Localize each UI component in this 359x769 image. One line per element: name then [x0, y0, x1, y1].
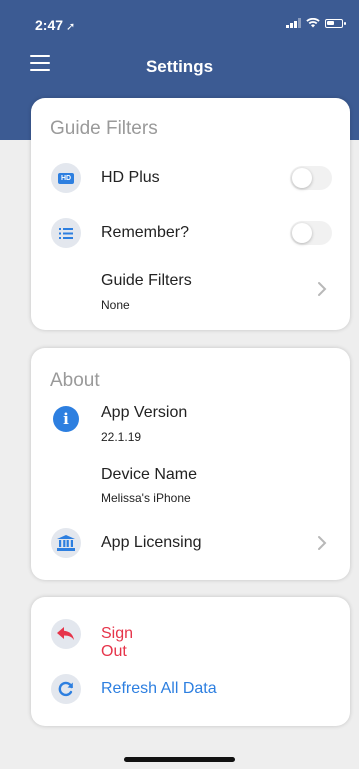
app-version-value: 22.1.19 — [101, 430, 142, 444]
app-version-label: App Version — [101, 404, 188, 421]
page-title: Settings — [145, 57, 214, 76]
chevron-right-icon — [318, 536, 327, 550]
guide-filters-row-label: Guide Filters — [101, 272, 192, 289]
clock-text: 2:47 — [35, 17, 64, 33]
wifi-icon — [306, 18, 320, 28]
app-licensing-row[interactable]: App Licensing — [31, 523, 350, 565]
guide-filters-card: Guide Filters HD HD Plus Remember? Guide… — [31, 98, 350, 330]
chevron-right-icon — [318, 282, 327, 296]
hd-badge: HD — [57, 172, 75, 184]
remember-toggle[interactable] — [290, 221, 332, 245]
hd-plus-icon: HD — [51, 163, 81, 193]
info-icon: i — [53, 406, 79, 432]
refresh-row[interactable]: Refresh All Data — [31, 671, 350, 711]
guide-filters-row[interactable]: Guide Filters None — [31, 263, 350, 318]
guide-filters-section-title: Guide Filters — [50, 118, 158, 139]
actions-card: Sign Out Refresh All Data — [31, 597, 350, 726]
home-indicator — [124, 757, 235, 762]
about-section-title: About — [50, 370, 100, 391]
sign-out-label: Sign Out — [101, 625, 134, 660]
remember-label: Remember? — [101, 224, 190, 241]
hd-plus-label: HD Plus — [101, 169, 160, 186]
status-time: 2:47 ➚ — [35, 17, 75, 33]
location-arrow-icon: ➚ — [66, 21, 76, 33]
nav-bar: Settings — [0, 44, 359, 88]
status-icons — [286, 18, 346, 28]
refresh-label: Refresh All Data — [101, 680, 217, 697]
app-licensing-label: App Licensing — [101, 534, 202, 551]
signal-icon — [286, 18, 301, 28]
list-icon — [51, 218, 81, 248]
sign-out-icon — [51, 619, 81, 649]
hd-plus-toggle[interactable] — [290, 166, 332, 190]
battery-icon — [325, 18, 346, 28]
device-name-label: Device Name — [101, 466, 198, 483]
refresh-icon — [51, 674, 81, 704]
about-card: About i App Version 22.1.19 Device Name … — [31, 348, 350, 580]
guide-filters-value: None — [101, 298, 130, 312]
status-bar: 2:47 ➚ — [0, 0, 359, 44]
bank-icon — [51, 528, 81, 558]
device-name-value: Melissa's iPhone — [101, 491, 191, 505]
